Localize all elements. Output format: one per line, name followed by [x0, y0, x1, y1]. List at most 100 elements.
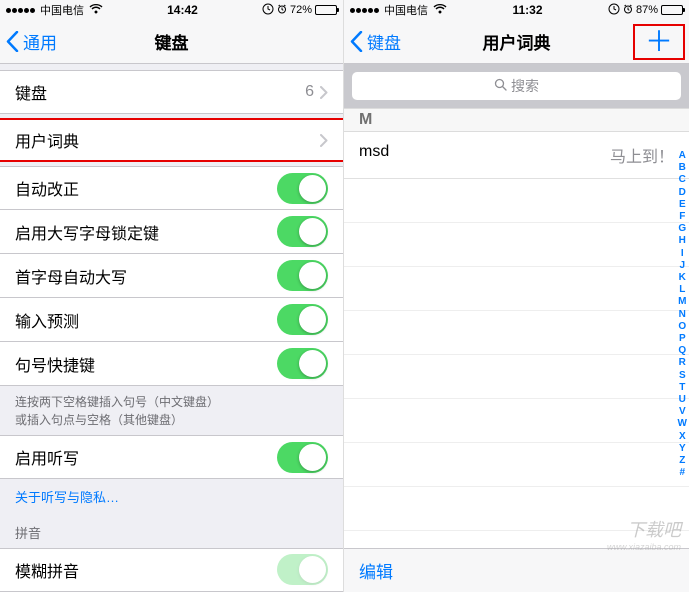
index-letter[interactable]: W	[678, 418, 687, 430]
clock: 11:32	[447, 3, 608, 17]
chevron-left-icon	[350, 31, 363, 52]
index-letter[interactable]: N	[678, 309, 687, 321]
period-shortcut-cell[interactable]: 句号快捷键	[0, 342, 343, 386]
back-label: 键盘	[367, 29, 401, 54]
battery-icon	[315, 5, 337, 15]
cell-label: 输入预测	[15, 308, 277, 332]
index-letter[interactable]: J	[678, 260, 687, 272]
dictation-privacy-link[interactable]: 关于听写与隐私…	[0, 479, 343, 514]
index-letter[interactable]: P	[678, 333, 687, 345]
cell-detail: 6	[305, 83, 314, 101]
search-bar-wrap: 搜索	[344, 64, 689, 108]
screen-user-dictionary: 中国电信 11:32 87% 键盘 用户词典 ＋ 搜索 M msd 马上到！ 编…	[343, 0, 689, 592]
carrier-label: 中国电信	[40, 2, 84, 18]
index-letter[interactable]: X	[678, 431, 687, 443]
carrier-label: 中国电信	[384, 2, 428, 18]
index-letter[interactable]: S	[678, 370, 687, 382]
index-letter[interactable]: #	[678, 467, 687, 479]
toggle-switch[interactable]	[277, 260, 328, 291]
index-letter[interactable]: L	[678, 284, 687, 296]
status-bar: 中国电信 14:42 72%	[0, 0, 343, 20]
back-button[interactable]: 通用	[0, 29, 57, 54]
index-letter[interactable]: O	[678, 321, 687, 333]
index-letter[interactable]: G	[678, 223, 687, 235]
toggle-switch[interactable]	[277, 173, 328, 204]
pinyin-header: 拼音	[0, 517, 343, 548]
entry-phrase: 马上到！	[610, 143, 674, 167]
index-letter[interactable]: Z	[678, 455, 687, 467]
cell-label: 自动改正	[15, 176, 277, 200]
index-letter[interactable]: A	[678, 150, 687, 162]
cell-label: 键盘	[15, 80, 305, 104]
index-letter[interactable]: F	[678, 211, 687, 223]
index-letter[interactable]: C	[678, 174, 687, 186]
index-letter[interactable]: B	[678, 162, 687, 174]
signal-icon	[6, 8, 35, 13]
back-label: 通用	[23, 29, 57, 54]
cell-label: 首字母自动大写	[15, 264, 277, 288]
index-letter[interactable]: K	[678, 272, 687, 284]
index-letter[interactable]: I	[678, 248, 687, 260]
cell-label: 用户词典	[15, 128, 320, 152]
chevron-right-icon	[320, 134, 328, 147]
auto-cap-cell[interactable]: 首字母自动大写	[0, 254, 343, 298]
edit-button[interactable]: 编辑	[359, 558, 393, 583]
alarm-icon	[277, 4, 287, 17]
caps-lock-cell[interactable]: 启用大写字母锁定键	[0, 210, 343, 254]
index-letter[interactable]: D	[678, 187, 687, 199]
settings-content[interactable]: 键盘 6 用户词典 自动改正 启用大写字母锁定键 首字母自动大写 输入预测 句号…	[0, 64, 343, 592]
battery-pct: 72%	[290, 4, 312, 16]
user-dictionary-cell[interactable]: 用户词典	[0, 118, 343, 162]
predictive-cell[interactable]: 输入预测	[0, 298, 343, 342]
battery-pct: 87%	[636, 4, 658, 16]
chevron-right-icon	[320, 86, 328, 99]
toggle-switch[interactable]	[277, 554, 328, 585]
toggle-switch[interactable]	[277, 216, 328, 247]
section-header: M	[344, 108, 689, 132]
index-letter[interactable]: Y	[678, 443, 687, 455]
back-button[interactable]: 键盘	[344, 29, 401, 54]
cell-label: 启用大写字母锁定键	[15, 220, 277, 244]
search-input[interactable]: 搜索	[352, 72, 681, 100]
wifi-icon	[433, 4, 447, 17]
index-letter[interactable]: U	[678, 394, 687, 406]
battery-icon	[661, 5, 683, 15]
alpha-index[interactable]: ABCDEFGHIJKLMNOPQRSTUVWXYZ#	[678, 150, 687, 479]
index-letter[interactable]: H	[678, 235, 687, 247]
cell-label: 启用听写	[15, 445, 277, 469]
toggle-switch[interactable]	[277, 304, 328, 335]
rotation-lock-icon	[262, 3, 274, 18]
entry-shortcut: msd	[359, 143, 389, 167]
index-letter[interactable]: R	[678, 357, 687, 369]
cell-label: 句号快捷键	[15, 352, 277, 376]
search-placeholder: 搜索	[511, 76, 539, 96]
index-letter[interactable]: M	[678, 296, 687, 308]
period-note: 连按两下空格键插入句号（中文键盘） 或插入句点与空格（其他键盘）	[0, 386, 343, 433]
nav-bar: 键盘 用户词典 ＋	[344, 20, 689, 64]
empty-rows	[344, 179, 689, 548]
alarm-icon	[623, 4, 633, 17]
nav-bar: 通用 键盘	[0, 20, 343, 64]
index-letter[interactable]: T	[678, 382, 687, 394]
status-bar: 中国电信 11:32 87%	[344, 0, 689, 20]
dictionary-entry[interactable]: msd 马上到！	[344, 132, 689, 179]
index-letter[interactable]: Q	[678, 345, 687, 357]
autocorrect-cell[interactable]: 自动改正	[0, 166, 343, 210]
dictation-cell[interactable]: 启用听写	[0, 435, 343, 479]
rotation-lock-icon	[608, 3, 620, 18]
clock: 14:42	[103, 3, 262, 17]
search-icon	[494, 78, 507, 94]
toggle-switch[interactable]	[277, 442, 328, 473]
index-letter[interactable]: E	[678, 199, 687, 211]
cell-label: 模糊拼音	[15, 558, 277, 582]
signal-icon	[350, 8, 379, 13]
screen-keyboards-settings: 中国电信 14:42 72% 通用 键盘 键盘 6 用户词典 自动改正	[0, 0, 343, 592]
wifi-icon	[89, 4, 103, 17]
add-button[interactable]: ＋	[633, 24, 685, 60]
toggle-switch[interactable]	[277, 348, 328, 379]
fuzzy-pinyin-cell[interactable]: 模糊拼音	[0, 548, 343, 592]
index-letter[interactable]: V	[678, 406, 687, 418]
chevron-left-icon	[6, 31, 19, 52]
bottom-toolbar: 编辑	[344, 548, 689, 592]
keyboards-cell[interactable]: 键盘 6	[0, 70, 343, 114]
